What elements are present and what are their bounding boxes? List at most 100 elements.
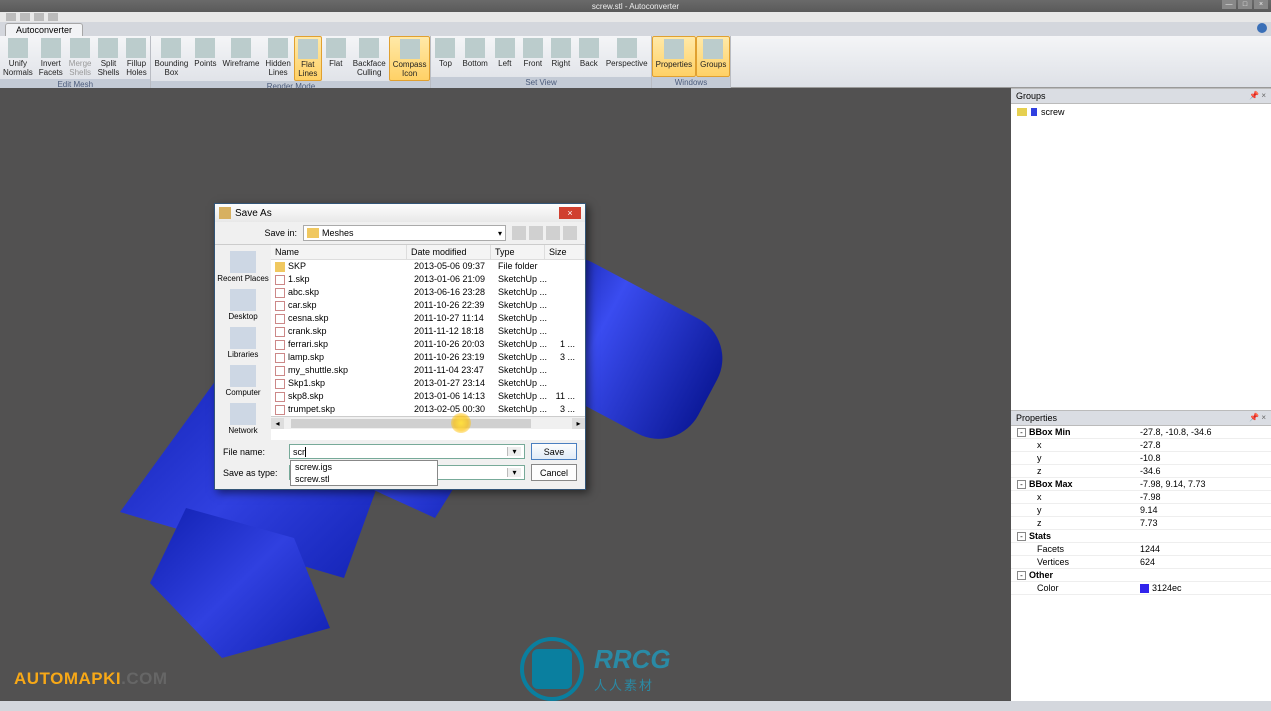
file-row[interactable]: crank.skp 2011-11-12 18:18 SketchUp ... bbox=[271, 325, 585, 338]
bottom-view-button[interactable]: Bottom bbox=[459, 36, 490, 77]
file-row[interactable]: Skp1.skp 2013-01-27 23:14 SketchUp ... bbox=[271, 377, 585, 390]
backface-culling-button[interactable]: BackfaceCulling bbox=[350, 36, 389, 81]
help-icon[interactable] bbox=[1257, 23, 1267, 33]
prop-row[interactable]: y-10.8 bbox=[1011, 452, 1271, 465]
viewport-3d[interactable]: AUTOMAPKI.COM RRCG 人人素材 Save As × Save i… bbox=[0, 88, 1011, 701]
qat-new-icon[interactable] bbox=[6, 13, 16, 21]
collapse-icon[interactable]: - bbox=[1017, 532, 1026, 541]
prop-row[interactable]: y9.14 bbox=[1011, 504, 1271, 517]
column-name[interactable]: Name bbox=[271, 245, 407, 259]
maximize-button[interactable]: □ bbox=[1238, 0, 1252, 9]
flat-lines-icon bbox=[298, 39, 318, 59]
split-shells-button[interactable]: SplitShells bbox=[94, 36, 122, 79]
merge-shells-button[interactable]: MergeShells bbox=[66, 36, 95, 79]
chevron-down-icon[interactable]: ▾ bbox=[507, 447, 521, 456]
groups-window-button[interactable]: Groups bbox=[696, 36, 730, 77]
prop-row[interactable]: x-7.98 bbox=[1011, 491, 1271, 504]
new-folder-icon[interactable] bbox=[546, 226, 560, 240]
back-view-button[interactable]: Back bbox=[575, 36, 603, 77]
unify-normals-button[interactable]: UnifyNormals bbox=[0, 36, 36, 79]
prop-row[interactable]: z7.73 bbox=[1011, 517, 1271, 530]
split-shells-icon bbox=[98, 38, 118, 58]
file-icon bbox=[275, 327, 285, 337]
cancel-button[interactable]: Cancel bbox=[531, 464, 577, 481]
place-computer[interactable]: Computer bbox=[223, 363, 262, 399]
dialog-titlebar[interactable]: Save As × bbox=[215, 204, 585, 222]
flat-button[interactable]: Flat bbox=[322, 36, 350, 81]
qat-save-icon[interactable] bbox=[34, 13, 44, 21]
dialog-close-button[interactable]: × bbox=[559, 207, 581, 219]
chevron-down-icon[interactable]: ▾ bbox=[507, 468, 521, 477]
autocomplete-item[interactable]: screw.igs bbox=[291, 461, 437, 473]
file-name-input[interactable]: scr ▾ screw.igsscrew.stl bbox=[289, 444, 525, 459]
column-size[interactable]: Size bbox=[545, 245, 585, 259]
place-desktop[interactable]: Desktop bbox=[226, 287, 259, 323]
prop-row[interactable]: -Other bbox=[1011, 569, 1271, 582]
bounding-box-button[interactable]: BoundingBox bbox=[151, 36, 191, 81]
fillup-holes-button[interactable]: FillupHoles bbox=[122, 36, 150, 79]
qat-open-icon[interactable] bbox=[20, 13, 30, 21]
place-network[interactable]: Network bbox=[226, 401, 259, 437]
invert-facets-button[interactable]: InvertFacets bbox=[36, 36, 66, 79]
file-row[interactable]: trumpet.skp 2013-02-05 00:30 SketchUp ..… bbox=[271, 403, 585, 416]
front-view-button[interactable]: Front bbox=[519, 36, 547, 77]
collapse-icon[interactable]: - bbox=[1017, 571, 1026, 580]
wireframe-button[interactable]: Wireframe bbox=[220, 36, 263, 81]
place-icon bbox=[230, 403, 256, 425]
file-row[interactable]: skp8.skp 2013-01-06 14:13 SketchUp ... 1… bbox=[271, 390, 585, 403]
right-view-button[interactable]: Right bbox=[547, 36, 575, 77]
pin-icon[interactable]: 📌 × bbox=[1249, 413, 1266, 423]
prop-row[interactable]: Vertices624 bbox=[1011, 556, 1271, 569]
file-row[interactable]: car.skp 2011-10-26 22:39 SketchUp ... bbox=[271, 299, 585, 312]
left-view-button[interactable]: Left bbox=[491, 36, 519, 77]
collapse-icon[interactable]: - bbox=[1017, 428, 1026, 437]
file-row[interactable]: SKP 2013-05-06 09:37 File folder bbox=[271, 260, 585, 273]
file-row[interactable]: ferrari.skp 2011-10-26 20:03 SketchUp ..… bbox=[271, 338, 585, 351]
file-row[interactable]: abc.skp 2013-06-16 23:28 SketchUp ... bbox=[271, 286, 585, 299]
column-date[interactable]: Date modified bbox=[407, 245, 491, 259]
flat-icon bbox=[326, 38, 346, 58]
close-button[interactable]: × bbox=[1254, 0, 1268, 9]
hidden-lines-button[interactable]: HiddenLines bbox=[262, 36, 293, 81]
properties-panel-header[interactable]: Properties 📌 × bbox=[1011, 410, 1271, 426]
place-libraries[interactable]: Libraries bbox=[226, 325, 261, 361]
group-item-screw[interactable]: screw bbox=[1017, 107, 1265, 117]
prop-row[interactable]: Color3124ec bbox=[1011, 582, 1271, 595]
perspective-view-button[interactable]: Perspective bbox=[603, 36, 651, 77]
backface-culling-icon bbox=[359, 38, 379, 58]
tab-autoconverter[interactable]: Autoconverter bbox=[5, 23, 83, 36]
groups-panel-header[interactable]: Groups 📌 × bbox=[1011, 88, 1271, 104]
prop-row[interactable]: Facets1244 bbox=[1011, 543, 1271, 556]
minimize-button[interactable]: — bbox=[1222, 0, 1236, 9]
file-icon bbox=[275, 288, 285, 298]
prop-row[interactable]: z-34.6 bbox=[1011, 465, 1271, 478]
flat-lines-button[interactable]: FlatLines bbox=[294, 36, 322, 81]
place-recent-places[interactable]: Recent Places bbox=[215, 249, 271, 285]
up-folder-icon[interactable] bbox=[529, 226, 543, 240]
prop-row[interactable]: -BBox Max-7.98, 9.14, 7.73 bbox=[1011, 478, 1271, 491]
file-row[interactable]: my_shuttle.skp 2011-11-04 23:47 SketchUp… bbox=[271, 364, 585, 377]
file-icon bbox=[275, 275, 285, 285]
prop-row[interactable]: -BBox Min-27.8, -10.8, -34.6 bbox=[1011, 426, 1271, 439]
horizontal-scrollbar[interactable]: ◂ ▸ bbox=[271, 416, 585, 429]
autocomplete-item[interactable]: screw.stl bbox=[291, 473, 437, 485]
collapse-icon[interactable]: - bbox=[1017, 480, 1026, 489]
points-button[interactable]: Points bbox=[191, 36, 219, 81]
file-row[interactable]: 1.skp 2013-01-06 21:09 SketchUp ... bbox=[271, 273, 585, 286]
save-in-combo[interactable]: Meshes ▾ bbox=[303, 225, 506, 241]
file-row[interactable]: lamp.skp 2011-10-26 23:19 SketchUp ... 3… bbox=[271, 351, 585, 364]
pin-icon[interactable]: 📌 × bbox=[1249, 91, 1266, 101]
views-icon[interactable] bbox=[563, 226, 577, 240]
save-button[interactable]: Save bbox=[531, 443, 577, 460]
top-view-button[interactable]: Top bbox=[431, 36, 459, 77]
prop-row[interactable]: -Stats bbox=[1011, 530, 1271, 543]
dialog-title: Save As bbox=[235, 208, 272, 219]
properties-window-button[interactable]: Properties bbox=[652, 36, 696, 77]
front-view-icon bbox=[523, 38, 543, 58]
back-icon[interactable] bbox=[512, 226, 526, 240]
column-type[interactable]: Type bbox=[491, 245, 545, 259]
file-row[interactable]: cesna.skp 2011-10-27 11:14 SketchUp ... bbox=[271, 312, 585, 325]
compass-icon-button[interactable]: CompassIcon bbox=[389, 36, 431, 81]
prop-row[interactable]: x-27.8 bbox=[1011, 439, 1271, 452]
qat-undo-icon[interactable] bbox=[48, 13, 58, 21]
